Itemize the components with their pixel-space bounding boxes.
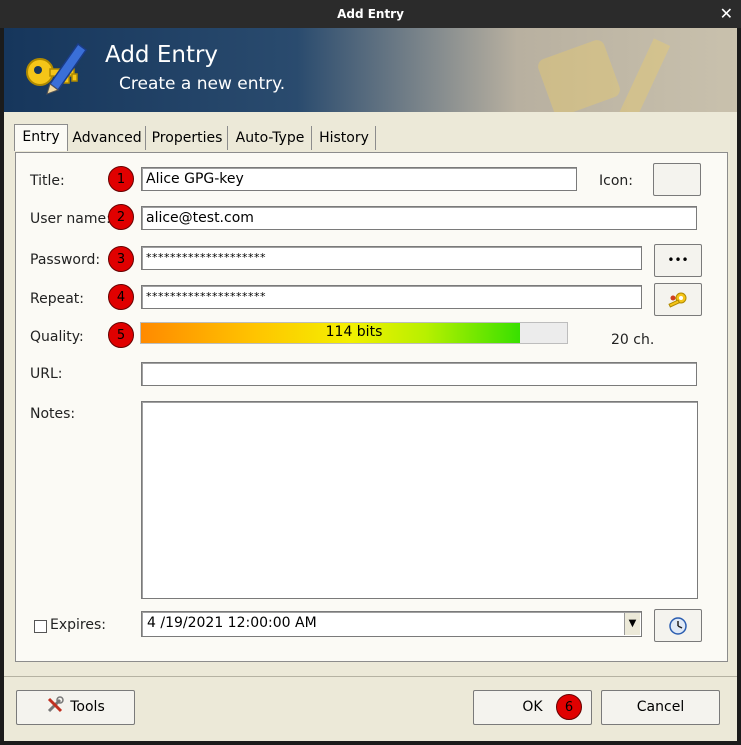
repeat-label: Repeat: xyxy=(30,291,84,307)
title-input[interactable]: Alice GPG-key xyxy=(141,167,577,191)
expiry-date-value: 4 /19/2021 12:00:00 AM xyxy=(147,615,317,631)
notes-textarea[interactable] xyxy=(141,401,698,599)
annotation-badge-6: 6 xyxy=(556,694,582,720)
key-gear-icon xyxy=(668,292,687,308)
tab-properties[interactable]: Properties xyxy=(147,126,228,150)
title-label: Title: xyxy=(30,173,65,189)
chevron-down-icon[interactable]: ▼ xyxy=(624,613,640,635)
repeat-password-input[interactable]: ******************** xyxy=(141,285,642,309)
cancel-button[interactable]: Cancel xyxy=(601,690,720,725)
annotation-badge-1: 1 xyxy=(108,166,134,192)
tools-icon xyxy=(48,696,64,713)
tab-entry[interactable]: Entry xyxy=(14,124,68,151)
dialog-window: Add Entry Create a new entry. Entry Adva… xyxy=(4,28,737,741)
tools-label: Tools xyxy=(70,699,105,715)
tools-button[interactable]: Tools xyxy=(16,690,135,725)
banner: Add Entry Create a new entry. xyxy=(4,28,737,112)
expires-label: Expires: xyxy=(50,617,106,633)
expiry-presets-button[interactable] xyxy=(654,609,702,642)
window-titlebar: Add Entry ✕ xyxy=(0,0,741,28)
banner-subtitle: Create a new entry. xyxy=(119,74,286,94)
password-input[interactable]: ******************** xyxy=(141,246,642,270)
annotation-badge-2: 2 xyxy=(108,204,134,230)
footer-divider xyxy=(4,676,737,677)
url-label: URL: xyxy=(30,366,63,382)
banner-watermark-icon xyxy=(538,38,671,112)
show-password-button[interactable]: ••• xyxy=(654,244,702,277)
icon-picker-button[interactable] xyxy=(653,163,701,196)
cancel-label: Cancel xyxy=(636,699,685,715)
close-icon[interactable]: ✕ xyxy=(720,4,733,23)
annotation-badge-4: 4 xyxy=(108,284,134,310)
password-length: 20 ch. xyxy=(611,332,655,348)
banner-title: Add Entry xyxy=(105,42,219,68)
notes-label: Notes: xyxy=(30,406,76,422)
quality-bits: 114 bits xyxy=(325,324,383,340)
expiry-date-picker[interactable]: 4 /19/2021 12:00:00 AM ▼ xyxy=(141,611,642,637)
ok-label: OK xyxy=(522,699,543,715)
icon-label: Icon: xyxy=(599,173,633,189)
tab-auto-type[interactable]: Auto-Type xyxy=(229,126,312,150)
tab-advanced[interactable]: Advanced xyxy=(69,126,146,150)
username-input[interactable]: alice@test.com xyxy=(141,206,697,230)
clock-icon xyxy=(669,617,687,635)
expires-checkbox[interactable] xyxy=(34,620,47,633)
annotation-badge-3: 3 xyxy=(108,246,134,272)
username-label: User name: xyxy=(30,211,111,227)
annotation-badge-5: 5 xyxy=(108,322,134,348)
password-label: Password: xyxy=(30,252,101,268)
key-pencil-icon xyxy=(26,42,88,95)
window-title: Add Entry xyxy=(337,7,404,21)
quality-bar: 114 bits xyxy=(140,322,568,344)
password-generator-button[interactable] xyxy=(654,283,702,316)
tab-history[interactable]: History xyxy=(313,126,376,150)
quality-label: Quality: xyxy=(30,329,84,345)
url-input[interactable] xyxy=(141,362,697,386)
